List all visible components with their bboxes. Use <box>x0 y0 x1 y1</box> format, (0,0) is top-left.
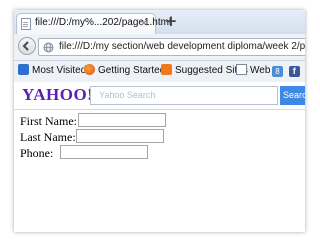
yahoo-toolbar: YAHOO! Yahoo Search Search <box>14 82 305 110</box>
url-text: file:///D:/my section/web development di… <box>59 41 305 52</box>
firefox-icon <box>84 64 95 75</box>
first-name-label: First Name: <box>20 114 77 128</box>
yahoo-search-input[interactable]: Yahoo Search <box>90 86 278 105</box>
phone-field[interactable] <box>60 145 148 159</box>
back-button[interactable] <box>18 37 36 55</box>
yahoo-search-button[interactable]: Search <box>280 86 305 105</box>
bookmarks-toolbar: Most Visited Getting Started Suggested S… <box>14 61 305 81</box>
phone-label: Phone: <box>20 146 54 160</box>
bookmark-getting-started[interactable]: Getting Started <box>84 64 165 78</box>
last-name-label: Last Name: <box>20 130 76 144</box>
page-content: First Name: Last Name: Phone: <box>14 110 305 232</box>
first-name-field[interactable] <box>78 113 166 127</box>
globe-icon <box>43 42 54 53</box>
google-plus-icon[interactable]: 8 <box>272 66 283 77</box>
slide-background: file:///D:/my%...202/page1.html × + file… <box>0 0 320 240</box>
facebook-icon[interactable]: f <box>288 66 300 77</box>
bookmark-most-visited[interactable]: Most Visited <box>18 64 86 78</box>
most-visited-icon <box>18 64 29 75</box>
tab-page1[interactable]: file:///D:/my%...202/page1.html × <box>16 13 171 34</box>
page-icon <box>21 18 31 30</box>
last-name-field[interactable] <box>76 129 164 143</box>
bookmark-label: Getting Started <box>98 65 166 76</box>
yahoo-logo[interactable]: YAHOO! <box>22 85 93 105</box>
close-icon[interactable]: × <box>137 16 151 30</box>
address-bar[interactable]: file:///D:/my section/web development di… <box>38 38 305 56</box>
bookmark-label: Most Visited <box>32 65 87 76</box>
bookmark-extra: 8 f <box>272 64 305 78</box>
suggested-sites-icon <box>161 64 172 75</box>
new-tab-button[interactable]: + <box>164 14 178 29</box>
navigation-bar: file:///D:/my section/web development di… <box>14 34 305 61</box>
web-slice-icon <box>236 64 247 75</box>
tab-strip: file:///D:/my%...202/page1.html × + <box>14 10 305 34</box>
bookmark-suggested-sites[interactable]: Suggested Sites <box>161 64 248 78</box>
browser-window: file:///D:/my%...202/page1.html × + file… <box>14 10 305 232</box>
back-arrow-icon <box>22 41 29 51</box>
